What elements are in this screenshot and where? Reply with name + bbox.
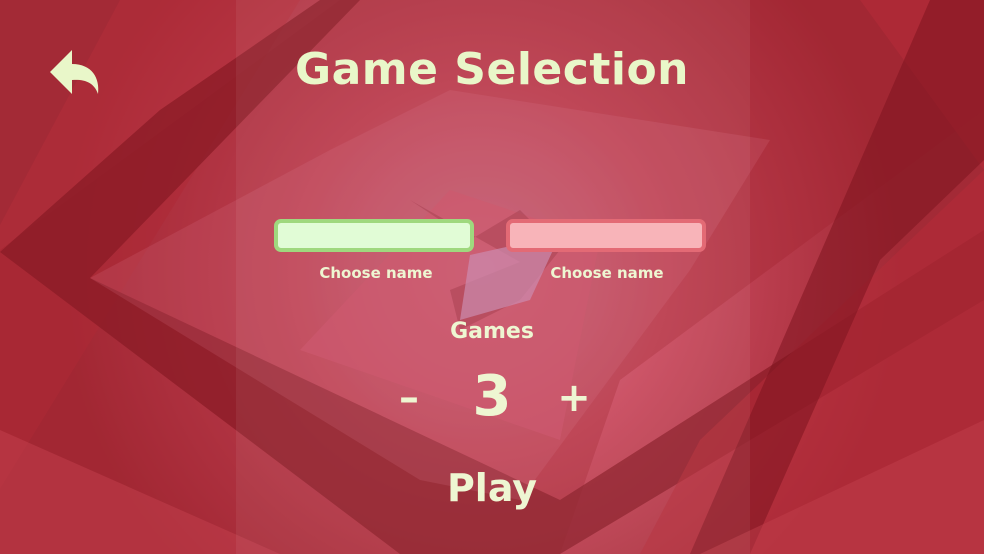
decrement-games-button[interactable]: – <box>389 370 429 426</box>
player2-name-label: Choose name <box>550 264 664 282</box>
games-label: Games <box>450 319 534 344</box>
increment-games-button[interactable]: + <box>554 370 594 426</box>
player1-name-label: Choose name <box>319 264 433 282</box>
play-button[interactable]: Play <box>422 466 562 510</box>
player1-name-input[interactable] <box>274 219 474 252</box>
games-count: 3 <box>472 364 512 429</box>
player2-name-input[interactable] <box>506 219 706 252</box>
screen-title: Game Selection <box>294 44 690 95</box>
